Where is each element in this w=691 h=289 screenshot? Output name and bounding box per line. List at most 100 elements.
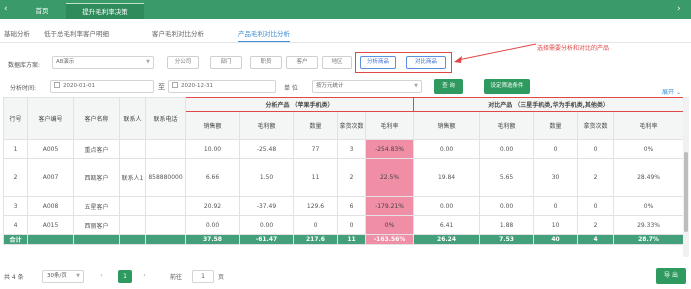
prev-page-button[interactable]: ‹ [95,270,108,283]
cell-c-times: 0 [577,196,615,216]
date-to-input[interactable]: 2020-12-31 [168,80,276,93]
group-compare-header: 对比产品 （三星手机类,华为手机类,其他类） [413,97,685,112]
total-a-qty: 217.6 [293,234,338,245]
cell-a-margin: 0.00 [239,215,294,235]
cell-phone: 858880000 [145,158,186,197]
cell-customer-code: A008 [27,196,74,216]
annotation-text: 选择需要分析和对比的产品 [537,45,610,52]
subtab-low-margin[interactable]: 低于总毛利率客户明细 [44,27,109,42]
scheme-label: 数据库方案: [8,62,41,69]
product-margin-table: 行号 客户编号 客户名称 联系人 联系电话 分析产品 （苹果手机类） 对比产品 … [3,97,685,245]
cell-a-qty: 0 [293,215,338,235]
next-page-button[interactable]: › [138,270,151,283]
pagination: 共 4 条 30条/页 ▼ ‹ 1 › 前往 1 页 [0,267,691,289]
table-row[interactable]: 3 A008 五星客户 20.92 -37.49 129.6 6 -179.21… [3,196,685,216]
compare-product-button[interactable]: 对比商品 [406,56,446,69]
cell-c-rate: 29.33% [613,215,685,235]
total-row: 合计 37.58 -61.47 217.6 11 -163.56% 26.24 … [3,234,685,245]
cell-phone [145,196,186,216]
col-a-qty: 数量 [293,111,338,140]
double-chevron-down-icon: ⌄ [675,89,681,96]
subtab-customer-compare[interactable]: 客户毛利对比分析 [152,27,204,42]
nav-forward-icon[interactable]: › [677,2,681,16]
table-row[interactable]: 2 A007 西瓯客户 联系人1 858880000 6.66 1.50 11 … [3,158,685,197]
col-a-times: 拿货次数 [337,111,366,140]
cell-customer-name: 重点客户 [73,139,120,159]
cell-c-qty: 10 [533,215,579,235]
dim-region-button[interactable]: 地区 [322,56,352,69]
cell-a-qty: 77 [293,139,338,159]
expand-toggle[interactable]: 展开 ⌄ [662,87,681,96]
tab-home[interactable]: 首页 [18,3,66,19]
col-c-qty: 数量 [533,111,579,140]
unit-select[interactable]: 按万元统计 ▼ [312,80,422,93]
total-a-rate: -163.56% [364,234,415,245]
col-c-margin: 毛利额 [479,111,535,140]
col-customer-name: 客户名称 [73,97,120,140]
dim-branch-button[interactable]: 分公司 [167,56,199,69]
cell-c-qty: 0 [533,196,579,216]
total-c-sales: 26.24 [413,234,481,245]
total-count: 共 4 条 [4,274,24,281]
goto-label: 前往 [170,274,183,281]
cell-c-qty: 0 [533,139,579,159]
cell-c-margin: 0.00 [479,196,535,216]
nav-back-icon[interactable]: ‹ [4,2,8,16]
cell-customer-name: 西丽客户 [73,215,120,235]
calendar-icon [54,82,60,88]
chevron-down-icon: ▼ [414,83,418,89]
cell-a-margin: 1.50 [239,158,294,197]
query-button[interactable]: 查 询 [434,79,463,94]
goto-page-input[interactable]: 1 [192,270,214,283]
table-row[interactable]: 1 A005 重点客户 10.00 -25.48 77 3 -254.83% 0… [3,139,685,159]
cell-contact [119,215,146,235]
cell-c-times: 2 [577,158,615,197]
tab-margin-decision[interactable]: 提升毛利率决策 [66,3,144,19]
dim-customer-button[interactable]: 客户 [286,56,318,69]
date-from-value: 2020-01-01 [63,83,95,89]
cell-a-times: 3 [337,139,366,159]
page-size-value: 30条/页 [47,273,67,279]
total-c-qty: 40 [533,234,579,245]
cell-a-margin: -37.49 [239,196,294,216]
page-size-select[interactable]: 30条/页 ▼ [42,270,84,283]
vertical-scrollbar[interactable] [683,97,689,257]
analysis-product-button[interactable]: 分析商品 [360,56,396,69]
cell-a-sales: 20.92 [185,196,240,216]
cell-a-sales: 6.66 [185,158,240,197]
date-from-input[interactable]: 2020-01-01 [50,80,154,93]
scroll-thumb[interactable] [684,152,688,232]
to-label: 至 [158,83,165,91]
cell-a-qty: 11 [293,158,338,197]
subtab-product-compare[interactable]: 产品毛利对比分析 [238,27,290,42]
page-number-button[interactable]: 1 [118,270,132,283]
table-row[interactable]: 4 A015 西丽客户 0.00 0.00 0 0 0% 6.41 1.88 1… [3,215,685,235]
export-button[interactable]: 导 出 [656,268,686,284]
date-to-value: 2020-12-31 [181,83,213,89]
col-customer-code: 客户编号 [27,97,74,140]
cell-c-margin: 1.88 [479,215,535,235]
cell-a-qty: 129.6 [293,196,338,216]
cell-row-no: 1 [3,139,28,159]
cell-c-sales: 19.84 [413,158,481,197]
dim-dept-button[interactable]: 部门 [210,56,242,69]
total-c-margin: 7.53 [479,234,535,245]
cell-phone [145,139,186,159]
col-contact: 联系人 [119,97,146,140]
cell-c-sales: 0.00 [413,196,481,216]
sub-tab-bar: 基础分析 低于总毛利率客户明细 客户毛利对比分析 产品毛利对比分析 [0,27,691,43]
cell-customer-code: A015 [27,215,74,235]
col-a-sales: 销售额 [185,111,240,140]
total-label: 合计 [3,234,28,245]
unit-value: 按万元统计 [316,83,344,89]
subtab-basic[interactable]: 基础分析 [4,27,30,42]
dim-staff-button[interactable]: 职员 [250,56,282,69]
annotation-arrow-icon [454,43,537,63]
cell-customer-code: A007 [27,158,74,197]
set-condition-button[interactable]: 设定筛选条件 [484,79,530,94]
scheme-select[interactable]: A8演示 ▼ [52,56,154,69]
cell-c-rate: 0% [613,139,685,159]
cell-row-no: 3 [3,196,28,216]
cell-c-sales: 6.41 [413,215,481,235]
cell-customer-code: A005 [27,139,74,159]
